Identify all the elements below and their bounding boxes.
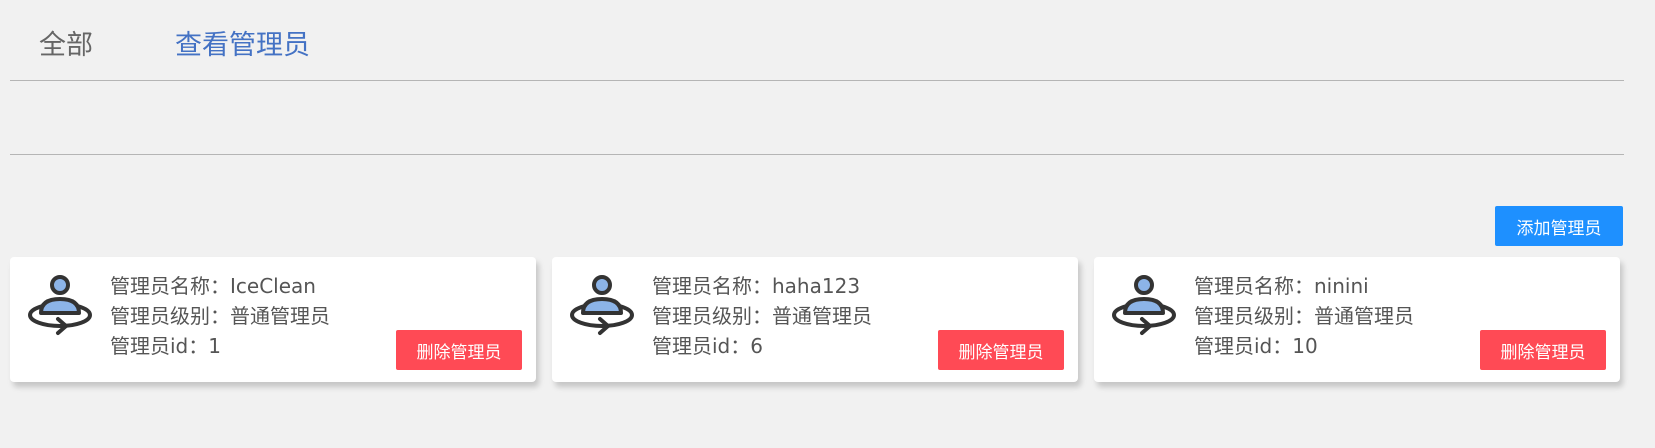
admin-level-value: 普通管理员 (772, 304, 872, 328)
admin-name-label: 管理员名称： (110, 274, 230, 298)
delete-admin-button[interactable]: 删除管理员 (938, 330, 1064, 370)
admin-page: 全部 查看管理员 添加管理员 管理员名称：IceClean 管理员级别：普通管理… (0, 0, 1655, 448)
admin-user-icon (570, 275, 634, 335)
admin-user-icon (28, 275, 92, 335)
admin-card: 管理员名称：ninini 管理员级别：普通管理员 管理员id：10 删除管理员 (1094, 257, 1620, 382)
admin-level-value: 普通管理员 (1314, 304, 1414, 328)
admin-id-label: 管理员id： (110, 334, 209, 358)
admin-name-label: 管理员名称： (652, 274, 772, 298)
admin-id-value: 10 (1292, 334, 1318, 358)
admin-info: 管理员名称：ninini 管理员级别：普通管理员 管理员id：10 (1194, 271, 1414, 361)
delete-admin-button[interactable]: 删除管理员 (1480, 330, 1606, 370)
admin-name-value: IceClean (230, 274, 316, 298)
admin-id-row: 管理员id：1 (110, 331, 330, 361)
admin-name-label: 管理员名称： (1194, 274, 1314, 298)
admin-id-row: 管理员id：6 (652, 331, 872, 361)
admin-level-label: 管理员级别： (652, 304, 772, 328)
admin-id-row: 管理员id：10 (1194, 331, 1414, 361)
admin-name-value: haha123 (772, 274, 861, 298)
admin-name-value: ninini (1314, 274, 1369, 298)
admin-level-row: 管理员级别：普通管理员 (1194, 301, 1414, 331)
add-admin-button[interactable]: 添加管理员 (1495, 206, 1623, 246)
section-divider (10, 154, 1624, 155)
admin-name-row: 管理员名称：IceClean (110, 271, 330, 301)
tab-bar: 全部 查看管理员 (10, 0, 1624, 81)
admin-id-value: 6 (750, 334, 763, 358)
admin-name-row: 管理员名称：ninini (1194, 271, 1414, 301)
admin-name-row: 管理员名称：haha123 (652, 271, 872, 301)
delete-admin-button[interactable]: 删除管理员 (396, 330, 522, 370)
admin-card: 管理员名称：IceClean 管理员级别：普通管理员 管理员id：1 删除管理员 (10, 257, 536, 382)
admin-info: 管理员名称：haha123 管理员级别：普通管理员 管理员id：6 (652, 271, 872, 361)
admin-level-row: 管理员级别：普通管理员 (652, 301, 872, 331)
admin-id-label: 管理员id： (1194, 334, 1293, 358)
tab-view-admins[interactable]: 查看管理员 (175, 28, 310, 64)
tab-all[interactable]: 全部 (39, 28, 93, 64)
admin-id-label: 管理员id： (652, 334, 751, 358)
admin-id-value: 1 (208, 334, 221, 358)
admin-level-label: 管理员级别： (1194, 304, 1314, 328)
admin-level-value: 普通管理员 (230, 304, 330, 328)
admin-user-icon (1112, 275, 1176, 335)
admin-card: 管理员名称：haha123 管理员级别：普通管理员 管理员id：6 删除管理员 (552, 257, 1078, 382)
admin-level-row: 管理员级别：普通管理员 (110, 301, 330, 331)
admin-level-label: 管理员级别： (110, 304, 230, 328)
admin-info: 管理员名称：IceClean 管理员级别：普通管理员 管理员id：1 (110, 271, 330, 361)
